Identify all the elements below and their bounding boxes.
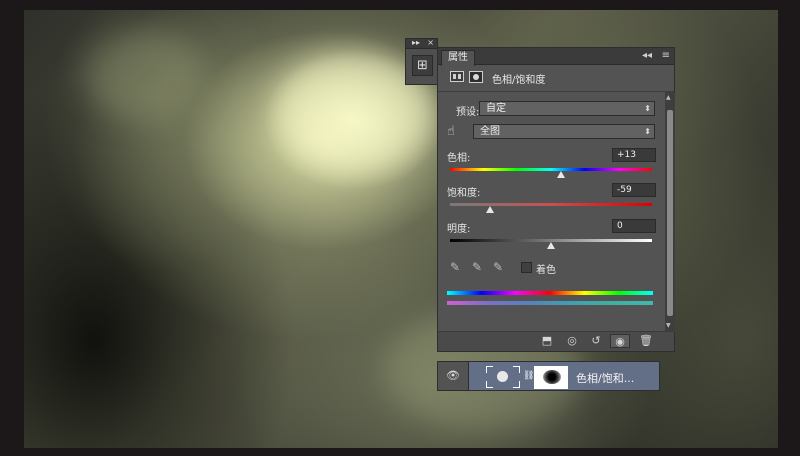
layer-mask-thumbnail[interactable] <box>534 366 568 389</box>
eyedropper-add-icon[interactable]: ✎ <box>472 260 482 274</box>
adjustment-layer-icon <box>450 71 464 82</box>
tab-properties[interactable]: 属性 <box>441 50 475 66</box>
saturation-input[interactable]: -59 <box>612 183 656 197</box>
hue-saturation-icon <box>497 371 508 382</box>
clip-to-layer-icon[interactable]: ⬒ <box>537 334 557 348</box>
hue-slider-track[interactable] <box>450 168 652 171</box>
lightness-slider-thumb[interactable] <box>547 242 555 249</box>
mask-shape <box>543 370 561 384</box>
preset-value: 自定 <box>486 103 506 114</box>
preset-dropdown[interactable]: 自定 ⬍ <box>479 101 655 116</box>
input-color-bar <box>447 291 653 295</box>
adjustment-layer-thumbnail[interactable] <box>486 366 520 388</box>
collapsed-panel-dock: ▸▸ × ⊞ <box>405 38 438 85</box>
expand-dock-icon[interactable]: ▸▸ <box>412 37 420 49</box>
panel-scrollbar[interactable]: ▲ ▼ <box>665 92 675 332</box>
hue-label: 色相: <box>447 153 471 164</box>
view-previous-icon[interactable]: ◎ <box>562 334 582 348</box>
layer-row[interactable]: 👁 ⛓ 色相/饱和... <box>437 361 660 391</box>
collapse-panel-icon[interactable]: ◂◂ <box>642 50 652 62</box>
output-color-bar <box>447 301 653 305</box>
scrollbar-thumb[interactable] <box>667 110 673 316</box>
cloud-highlight <box>84 30 204 120</box>
thumbnail-corner <box>513 381 520 388</box>
lightness-label: 明度: <box>447 224 471 235</box>
visibility-icon[interactable]: ◉ <box>610 334 630 348</box>
adjustment-title: 色相/饱和度 <box>492 75 546 86</box>
reset-icon[interactable]: ↺ <box>586 334 606 348</box>
preset-label: 预设: <box>456 107 480 118</box>
layer-name[interactable]: 色相/饱和... <box>576 370 634 386</box>
trash-icon[interactable]: 🗑 <box>636 334 656 348</box>
saturation-slider-track[interactable] <box>450 203 652 206</box>
lightness-input[interactable]: 0 <box>612 219 656 233</box>
close-icon[interactable]: × <box>427 37 434 49</box>
properties-panel: 属性 ◂◂ ≡ 色相/饱和度 预设: 自定 ⬍ ☝ 全图 ⬍ 色相: +13 饱… <box>437 47 675 352</box>
scroll-down-icon[interactable]: ▼ <box>666 322 671 330</box>
scroll-up-icon[interactable]: ▲ <box>666 94 671 102</box>
colorize-label: 着色 <box>536 265 556 276</box>
panel-menu-icon[interactable]: ≡ <box>662 50 670 62</box>
dock-titlebar: ▸▸ × <box>406 37 437 49</box>
range-value: 全图 <box>480 126 500 137</box>
on-image-adjust-hand-icon[interactable]: ☝ <box>447 124 463 140</box>
eyedropper-icon[interactable]: ✎ <box>450 260 460 274</box>
thumbnail-corner <box>486 366 493 373</box>
hue-slider-thumb[interactable] <box>557 171 566 178</box>
mask-icon[interactable] <box>469 71 483 83</box>
saturation-label: 饱和度: <box>447 188 481 199</box>
panel-tabbar: 属性 ◂◂ ≡ <box>438 48 674 66</box>
dropdown-arrow-icon: ⬍ <box>644 104 651 113</box>
properties-panel-icon[interactable]: ⊞ <box>412 55 433 76</box>
dropdown-arrow-icon: ⬍ <box>644 127 651 136</box>
colorize-checkbox[interactable] <box>521 262 532 273</box>
chain-link-icon[interactable]: ⛓ <box>523 371 534 381</box>
saturation-slider-thumb[interactable] <box>486 206 495 213</box>
panel-footer: ⬒ ◎ ↺ ◉ 🗑 <box>438 331 674 351</box>
eyedropper-subtract-icon[interactable]: ✎ <box>493 260 503 274</box>
thumbnail-corner <box>513 366 520 373</box>
eye-icon[interactable]: 👁 <box>438 362 469 390</box>
adjustment-header: 色相/饱和度 <box>438 65 674 92</box>
thumbnail-corner <box>486 381 493 388</box>
hue-input[interactable]: +13 <box>612 148 656 162</box>
range-dropdown[interactable]: 全图 ⬍ <box>473 124 655 139</box>
